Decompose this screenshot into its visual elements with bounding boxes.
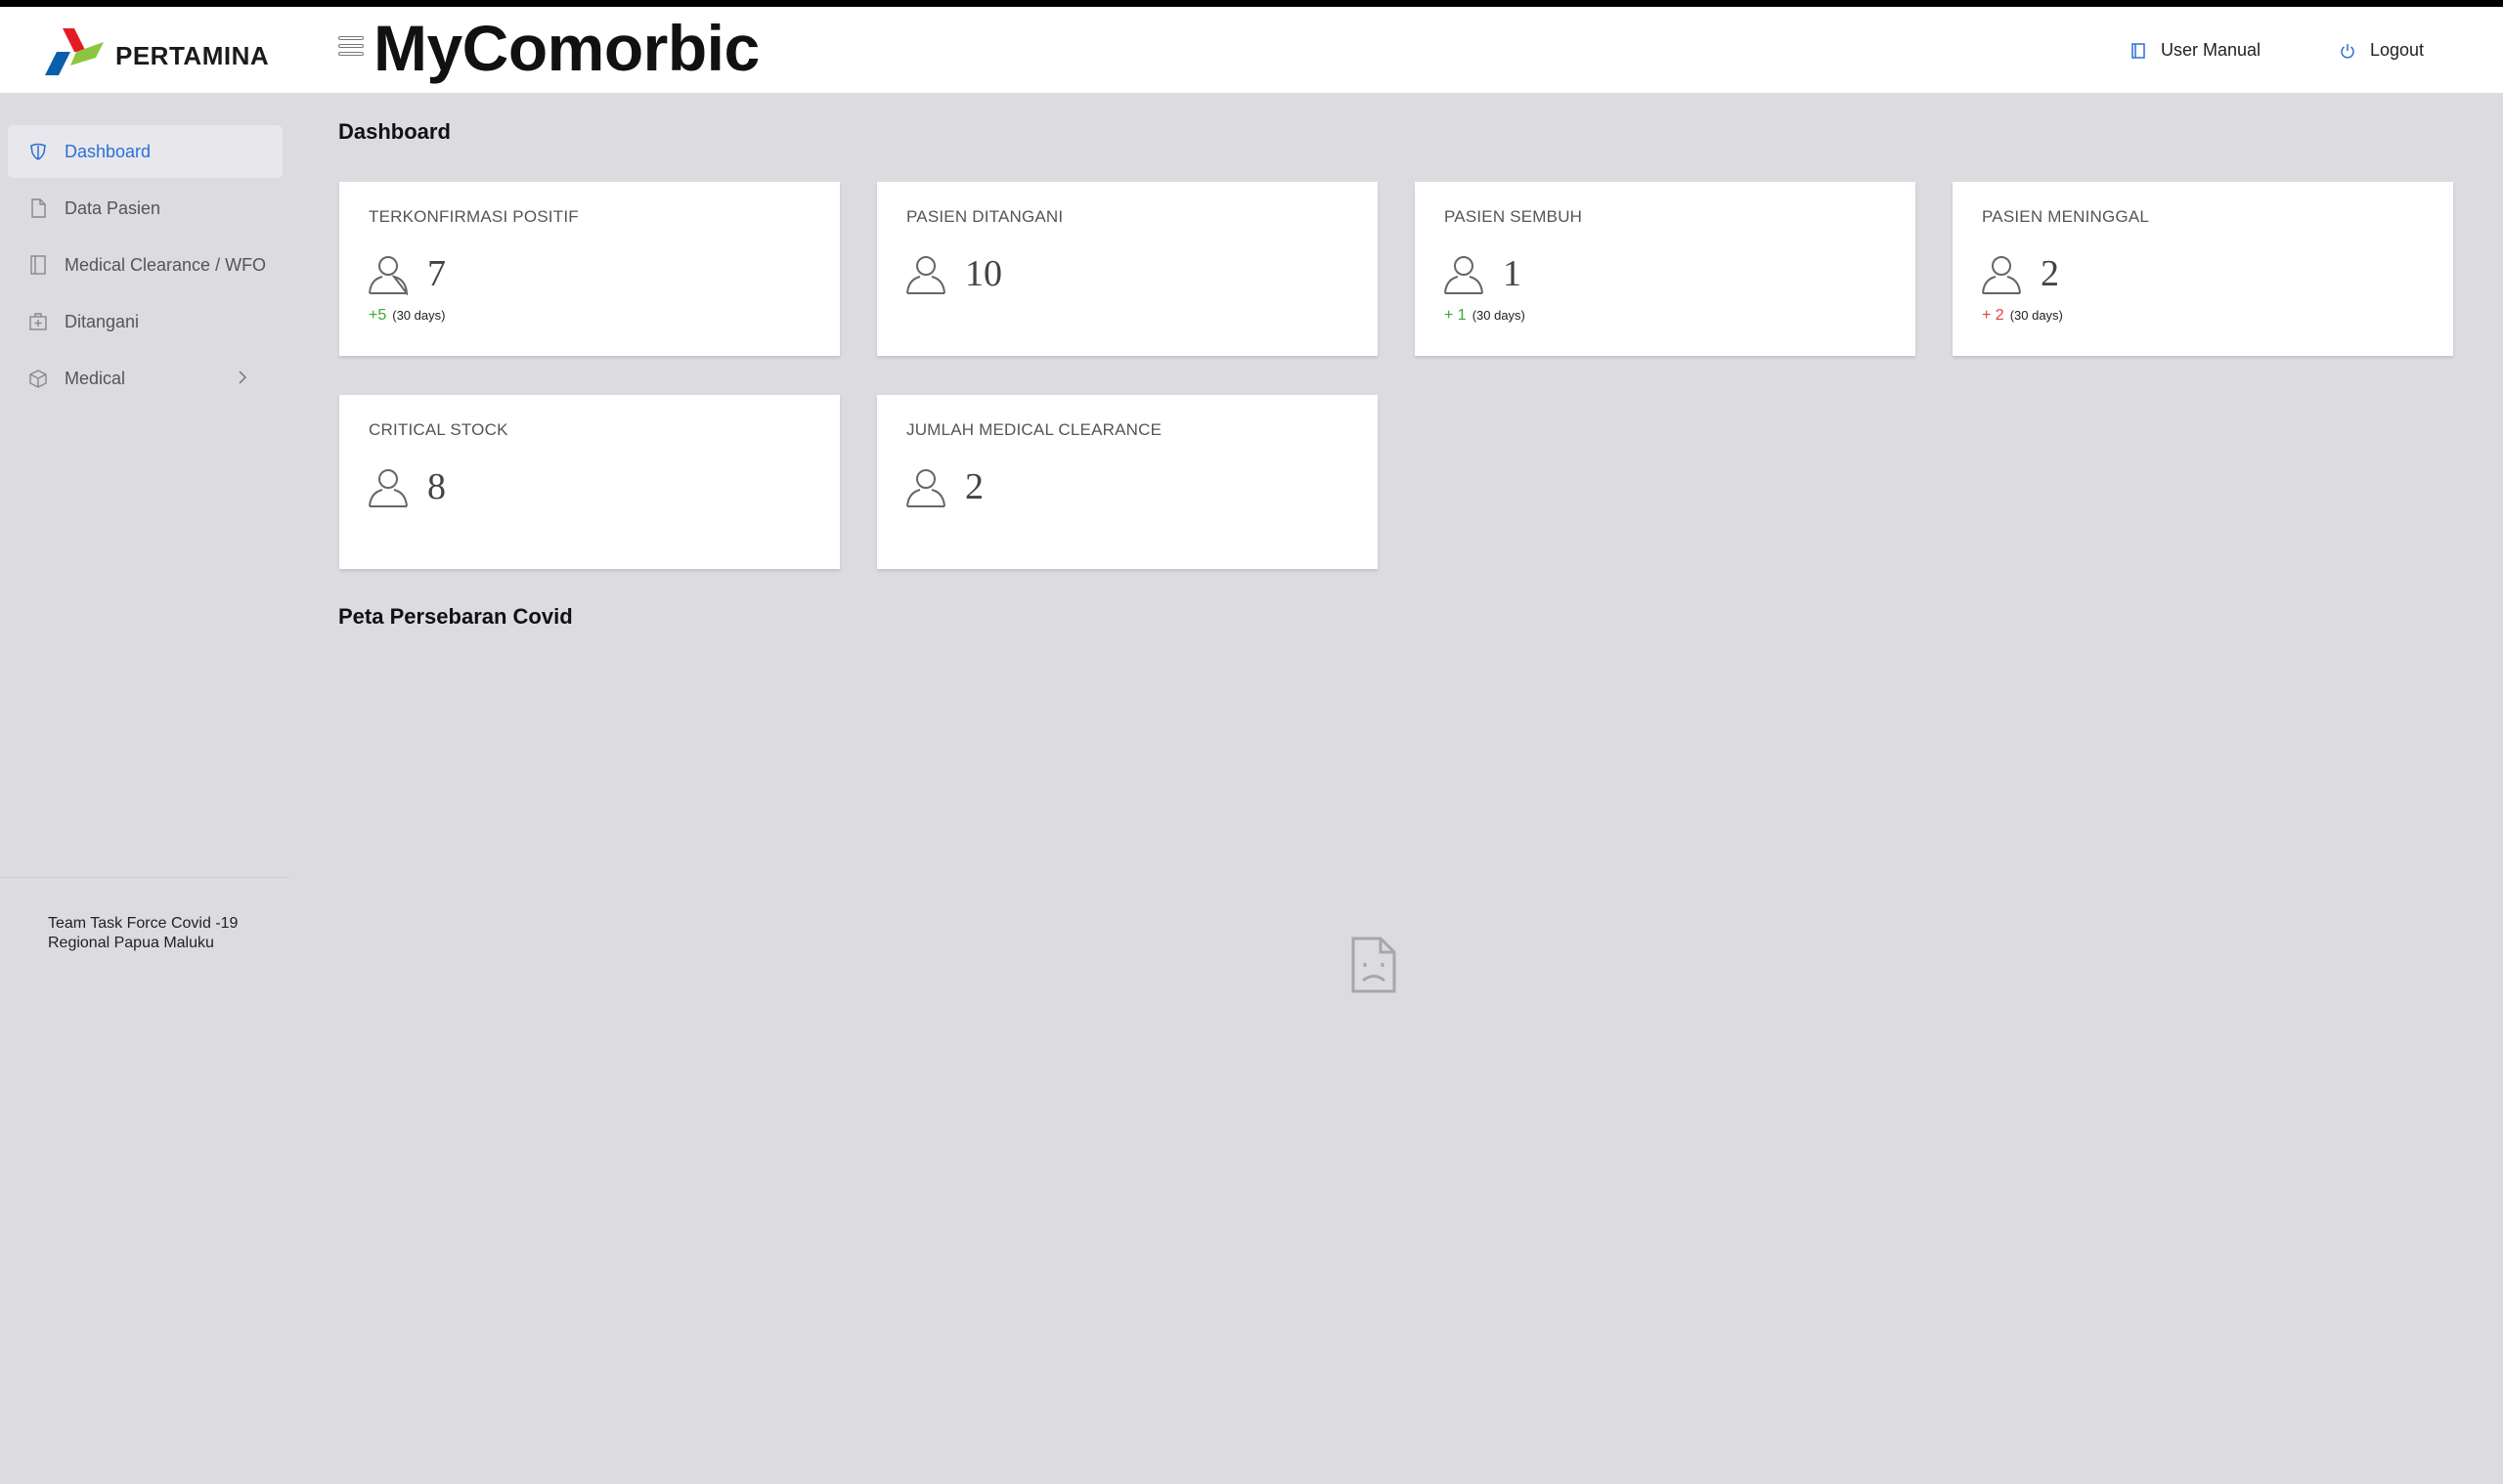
- user-icon: [1444, 256, 1483, 294]
- page-title: Dashboard: [338, 119, 451, 144]
- sidebar-item-medical-clearance[interactable]: Medical Clearance / WFO: [8, 239, 283, 291]
- delta-value: + 2: [1982, 307, 2004, 324]
- card-label: JUMLAH MEDICAL CLEARANCE: [906, 420, 1163, 439]
- sidebar-item-label: Data Pasien: [65, 197, 161, 218]
- hamburger-menu-icon[interactable]: [338, 36, 366, 65]
- box-icon: [29, 370, 47, 388]
- logo-text: PERTAMINA: [115, 40, 270, 70]
- stat-card-pasien-sembuh: PASIEN SEMBUH 1 + 1 (30 days): [1415, 182, 1915, 356]
- card-delta: + 2 (30 days): [1982, 307, 2063, 325]
- sidebar: Dashboard Data Pasien Medical Clearance …: [0, 93, 293, 1484]
- broken-document-icon: [1351, 937, 1396, 993]
- user-icon: [906, 256, 945, 294]
- top-header: PERTAMINA MyComorbic User Manual Logout: [0, 7, 2503, 93]
- medkit-icon: [29, 313, 47, 330]
- chevron-right-icon: [239, 371, 247, 384]
- notebook-icon: [30, 255, 46, 275]
- sidebar-item-dashboard[interactable]: Dashboard: [8, 125, 283, 178]
- card-delta: + 1 (30 days): [1444, 307, 1525, 325]
- card-label: PASIEN MENINGGAL: [1982, 207, 2150, 226]
- sidebar-footer: Team Task Force Covid -19 Regional Papua…: [48, 914, 238, 953]
- card-label: PASIEN DITANGANI: [906, 207, 1064, 226]
- card-label: CRITICAL STOCK: [369, 420, 508, 439]
- map-section-title: Peta Persebaran Covid: [338, 604, 573, 629]
- card-delta: +5 (30 days): [369, 307, 445, 325]
- card-value: 2: [2041, 253, 2059, 294]
- delta-value: + 1: [1444, 307, 1467, 324]
- stat-card-critical-stock: CRITICAL STOCK 8: [339, 395, 840, 569]
- covid-map-frame[interactable]: [338, 647, 2454, 1468]
- footer-line-1: Team Task Force Covid -19: [48, 915, 239, 932]
- user-manual-label: User Manual: [2161, 40, 2261, 60]
- logout-label: Logout: [2370, 40, 2425, 60]
- pertamina-logo-icon: [45, 28, 104, 75]
- user-icon: [369, 469, 408, 507]
- delta-value: +5: [369, 307, 387, 324]
- delta-period: (30 days): [1471, 308, 1525, 323]
- sidebar-divider: [0, 877, 289, 878]
- stat-card-terkonfirmasi-positif: TERKONFIRMASI POSITIF 7 +5 (30 days): [339, 182, 840, 356]
- sidebar-item-label: Medical Clearance / WFO: [65, 254, 267, 275]
- card-value: 1: [1503, 253, 1521, 294]
- pertamina-logo[interactable]: PERTAMINA: [41, 22, 269, 81]
- card-label: PASIEN SEMBUH: [1444, 207, 1583, 226]
- delta-period: (30 days): [392, 308, 446, 323]
- top-border: [0, 0, 2503, 7]
- user-icon: [369, 256, 409, 295]
- power-icon: [2341, 43, 2354, 59]
- shield-icon: [30, 143, 46, 160]
- sidebar-item-label: Medical: [65, 368, 126, 388]
- card-value: 7: [427, 253, 446, 294]
- sidebar-item-ditangani[interactable]: Ditangani: [8, 295, 283, 348]
- book-icon: [2131, 42, 2145, 59]
- sidebar-item-label: Dashboard: [65, 141, 152, 161]
- sidebar-item-data-pasien[interactable]: Data Pasien: [8, 182, 283, 235]
- card-value: 8: [427, 466, 446, 507]
- user-manual-link[interactable]: User Manual: [2130, 40, 2261, 61]
- delta-period: (30 days): [2009, 308, 2063, 323]
- document-icon: [31, 198, 46, 218]
- card-value: 10: [965, 253, 1002, 294]
- logout-link[interactable]: Logout: [2339, 40, 2424, 61]
- stat-card-jumlah-medical-clearance: JUMLAH MEDICAL CLEARANCE 2: [877, 395, 1378, 569]
- stat-card-pasien-ditangani: PASIEN DITANGANI 10: [877, 182, 1378, 356]
- footer-line-2: Regional Papua Maluku: [48, 935, 214, 951]
- sidebar-item-medical[interactable]: Medical: [8, 352, 283, 405]
- user-icon: [906, 469, 945, 507]
- app-title: MyComorbic: [373, 12, 760, 84]
- user-icon: [1982, 256, 2021, 294]
- card-value: 2: [965, 466, 984, 507]
- stat-card-pasien-meninggal: PASIEN MENINGGAL 2 + 2 (30 days): [1953, 182, 2453, 356]
- card-label: TERKONFIRMASI POSITIF: [369, 207, 579, 226]
- sidebar-item-label: Ditangani: [65, 311, 140, 331]
